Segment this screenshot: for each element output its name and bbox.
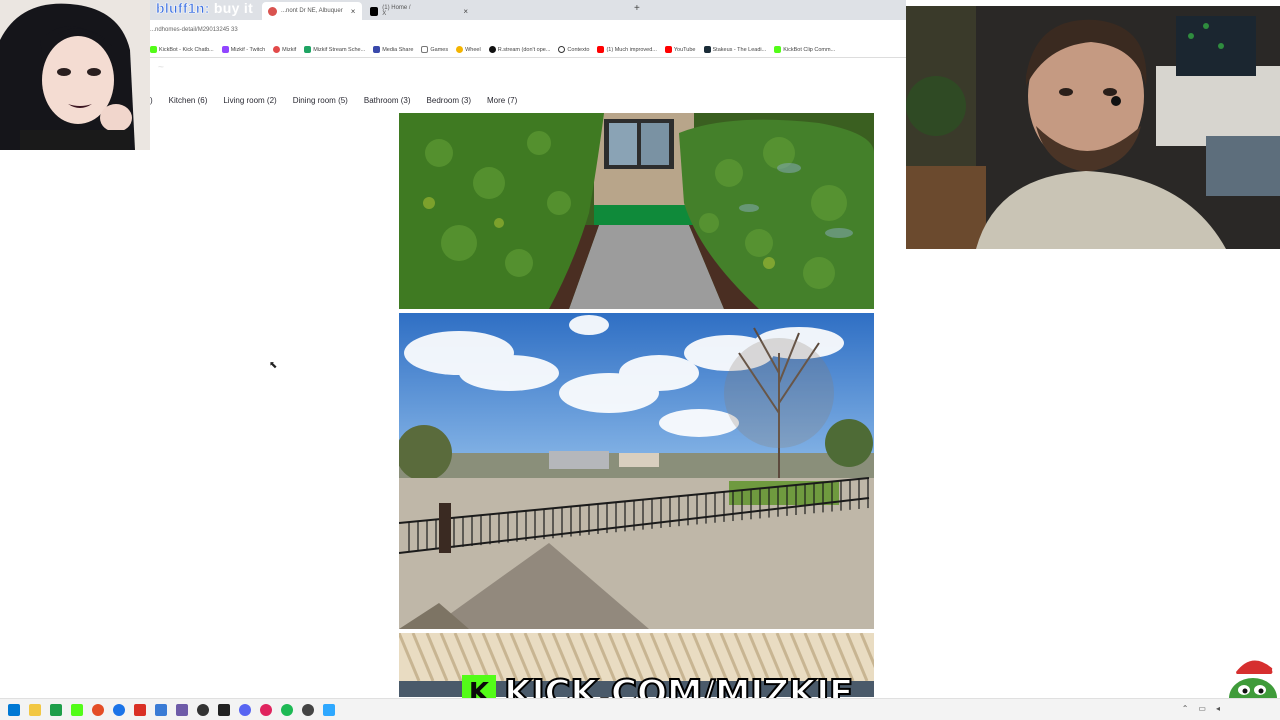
chat-overlay: bluff1n: buy it — [156, 0, 253, 16]
network-icon[interactable]: ▭ — [1198, 704, 1206, 713]
app-icon[interactable] — [155, 703, 167, 716]
kickbot-icon — [150, 46, 157, 53]
app-icon[interactable] — [218, 703, 230, 716]
app-icon[interactable] — [176, 703, 188, 716]
bookmark-item[interactable]: Wheel — [456, 46, 481, 53]
file-explorer-icon[interactable] — [29, 703, 41, 716]
folder-icon — [421, 46, 429, 53]
chat-username: bluff1n: — [156, 0, 210, 16]
close-icon[interactable]: × — [351, 7, 356, 16]
x-logo-icon — [370, 6, 379, 16]
bookmark-item[interactable]: (1) Much improved... — [597, 46, 657, 53]
chat-message: buy it — [209, 0, 254, 16]
wheel-icon — [456, 46, 464, 53]
bookmark-item[interactable]: KickBot - Kick Chatb... — [150, 46, 214, 53]
tab-label: ...nont Dr NE, Albuquer — [281, 8, 343, 14]
background-watermark: ~ — [158, 62, 165, 73]
tab-listing[interactable]: ...nont Dr NE, Albuquer × — [262, 2, 362, 20]
bookmark-item[interactable]: Contexto — [558, 46, 589, 53]
start-icon[interactable] — [8, 703, 20, 716]
kickbot-icon — [774, 46, 782, 53]
tab-living-room[interactable]: Living room (2) — [223, 96, 276, 105]
webcam-left — [0, 0, 150, 150]
app-icon[interactable] — [50, 703, 62, 716]
windows-taskbar: ⌃ ▭ ◂ — [0, 698, 1280, 720]
twitch-icon — [221, 46, 229, 53]
bookmark-item[interactable]: KickBot Clip Comm... — [774, 46, 835, 53]
stake-icon — [703, 46, 711, 53]
media-share-icon — [373, 46, 381, 53]
tab-x-home[interactable]: (1) Home / X × — [364, 2, 474, 20]
listing-favicon-icon — [268, 6, 277, 16]
tab-kitchen[interactable]: Kitchen (6) — [169, 96, 208, 105]
bookmark-item[interactable]: R.stream (don't ope... — [488, 46, 550, 53]
new-tab-button[interactable]: + — [634, 3, 640, 14]
bookmarks-bar: KickBot - Kick Chatb... Mizkif - Twitch … — [150, 42, 906, 58]
listing-photo-patio[interactable] — [399, 313, 874, 629]
sheets-icon — [304, 46, 312, 53]
youtube-icon — [664, 46, 672, 53]
tab-bathroom[interactable]: Bathroom (3) — [364, 96, 411, 105]
tab-label: (1) Home / X — [382, 5, 411, 17]
webcam-right — [906, 6, 1280, 249]
discord-icon[interactable] — [239, 703, 251, 716]
system-tray: ⌃ ▭ ◂ — [1182, 704, 1220, 713]
close-icon[interactable]: × — [463, 7, 468, 16]
browser-tab-strip: bluff1n: buy it ...nont Dr NE, Albuquer … — [150, 0, 906, 20]
bookmark-item[interactable]: Stakeus - The Leadi... — [703, 46, 766, 53]
streamer-right-image — [906, 6, 1280, 249]
app-icon[interactable] — [134, 703, 146, 716]
mizkif-icon — [273, 46, 281, 53]
tab-more[interactable]: More (7) — [487, 96, 517, 105]
youtube-icon — [597, 46, 605, 53]
bookmark-item[interactable]: Mizkif - Twitch — [221, 46, 265, 53]
bookmark-item[interactable]: Mizkif Stream Sche... — [304, 46, 365, 53]
photo-category-nav: ) Kitchen (6) Living room (2) Dining roo… — [150, 90, 906, 110]
spotify-icon[interactable] — [281, 703, 293, 716]
kick-app-icon[interactable] — [71, 703, 83, 716]
nav-scroll-left[interactable]: ) — [150, 96, 153, 105]
app-icon[interactable] — [323, 703, 335, 716]
obs-icon[interactable] — [197, 703, 209, 716]
app-icon[interactable] — [302, 703, 314, 716]
volume-icon[interactable]: ◂ — [1216, 704, 1220, 713]
bookmark-item[interactable]: YouTube — [664, 46, 696, 53]
contexto-icon — [558, 46, 566, 53]
bookmark-item[interactable]: Games — [421, 46, 448, 53]
url-text[interactable]: ...ndhomes-detail/M29013245 33 — [150, 27, 238, 33]
chevron-up-icon[interactable]: ⌃ — [1182, 704, 1189, 713]
streamer-left-image — [0, 0, 150, 150]
bookmark-item[interactable]: Media Share — [373, 46, 413, 53]
walkway-image — [399, 113, 874, 309]
patio-image — [399, 313, 874, 629]
mouse-cursor-icon: ⬉ — [269, 360, 278, 371]
tab-bedroom[interactable]: Bedroom (3) — [427, 96, 471, 105]
listing-photo-walkway[interactable] — [399, 113, 874, 309]
address-bar[interactable]: ...ndhomes-detail/M29013245 33 — [150, 20, 906, 42]
edge-icon[interactable] — [113, 703, 125, 716]
chrome-icon[interactable] — [92, 703, 104, 716]
rstream-icon — [488, 46, 496, 53]
screen: bluff1n: buy it ...nont Dr NE, Albuquer … — [0, 0, 1280, 720]
tab-dining-room[interactable]: Dining room (5) — [293, 96, 348, 105]
app-icon[interactable] — [260, 703, 272, 716]
bookmark-item[interactable]: Mizkif — [273, 46, 296, 53]
